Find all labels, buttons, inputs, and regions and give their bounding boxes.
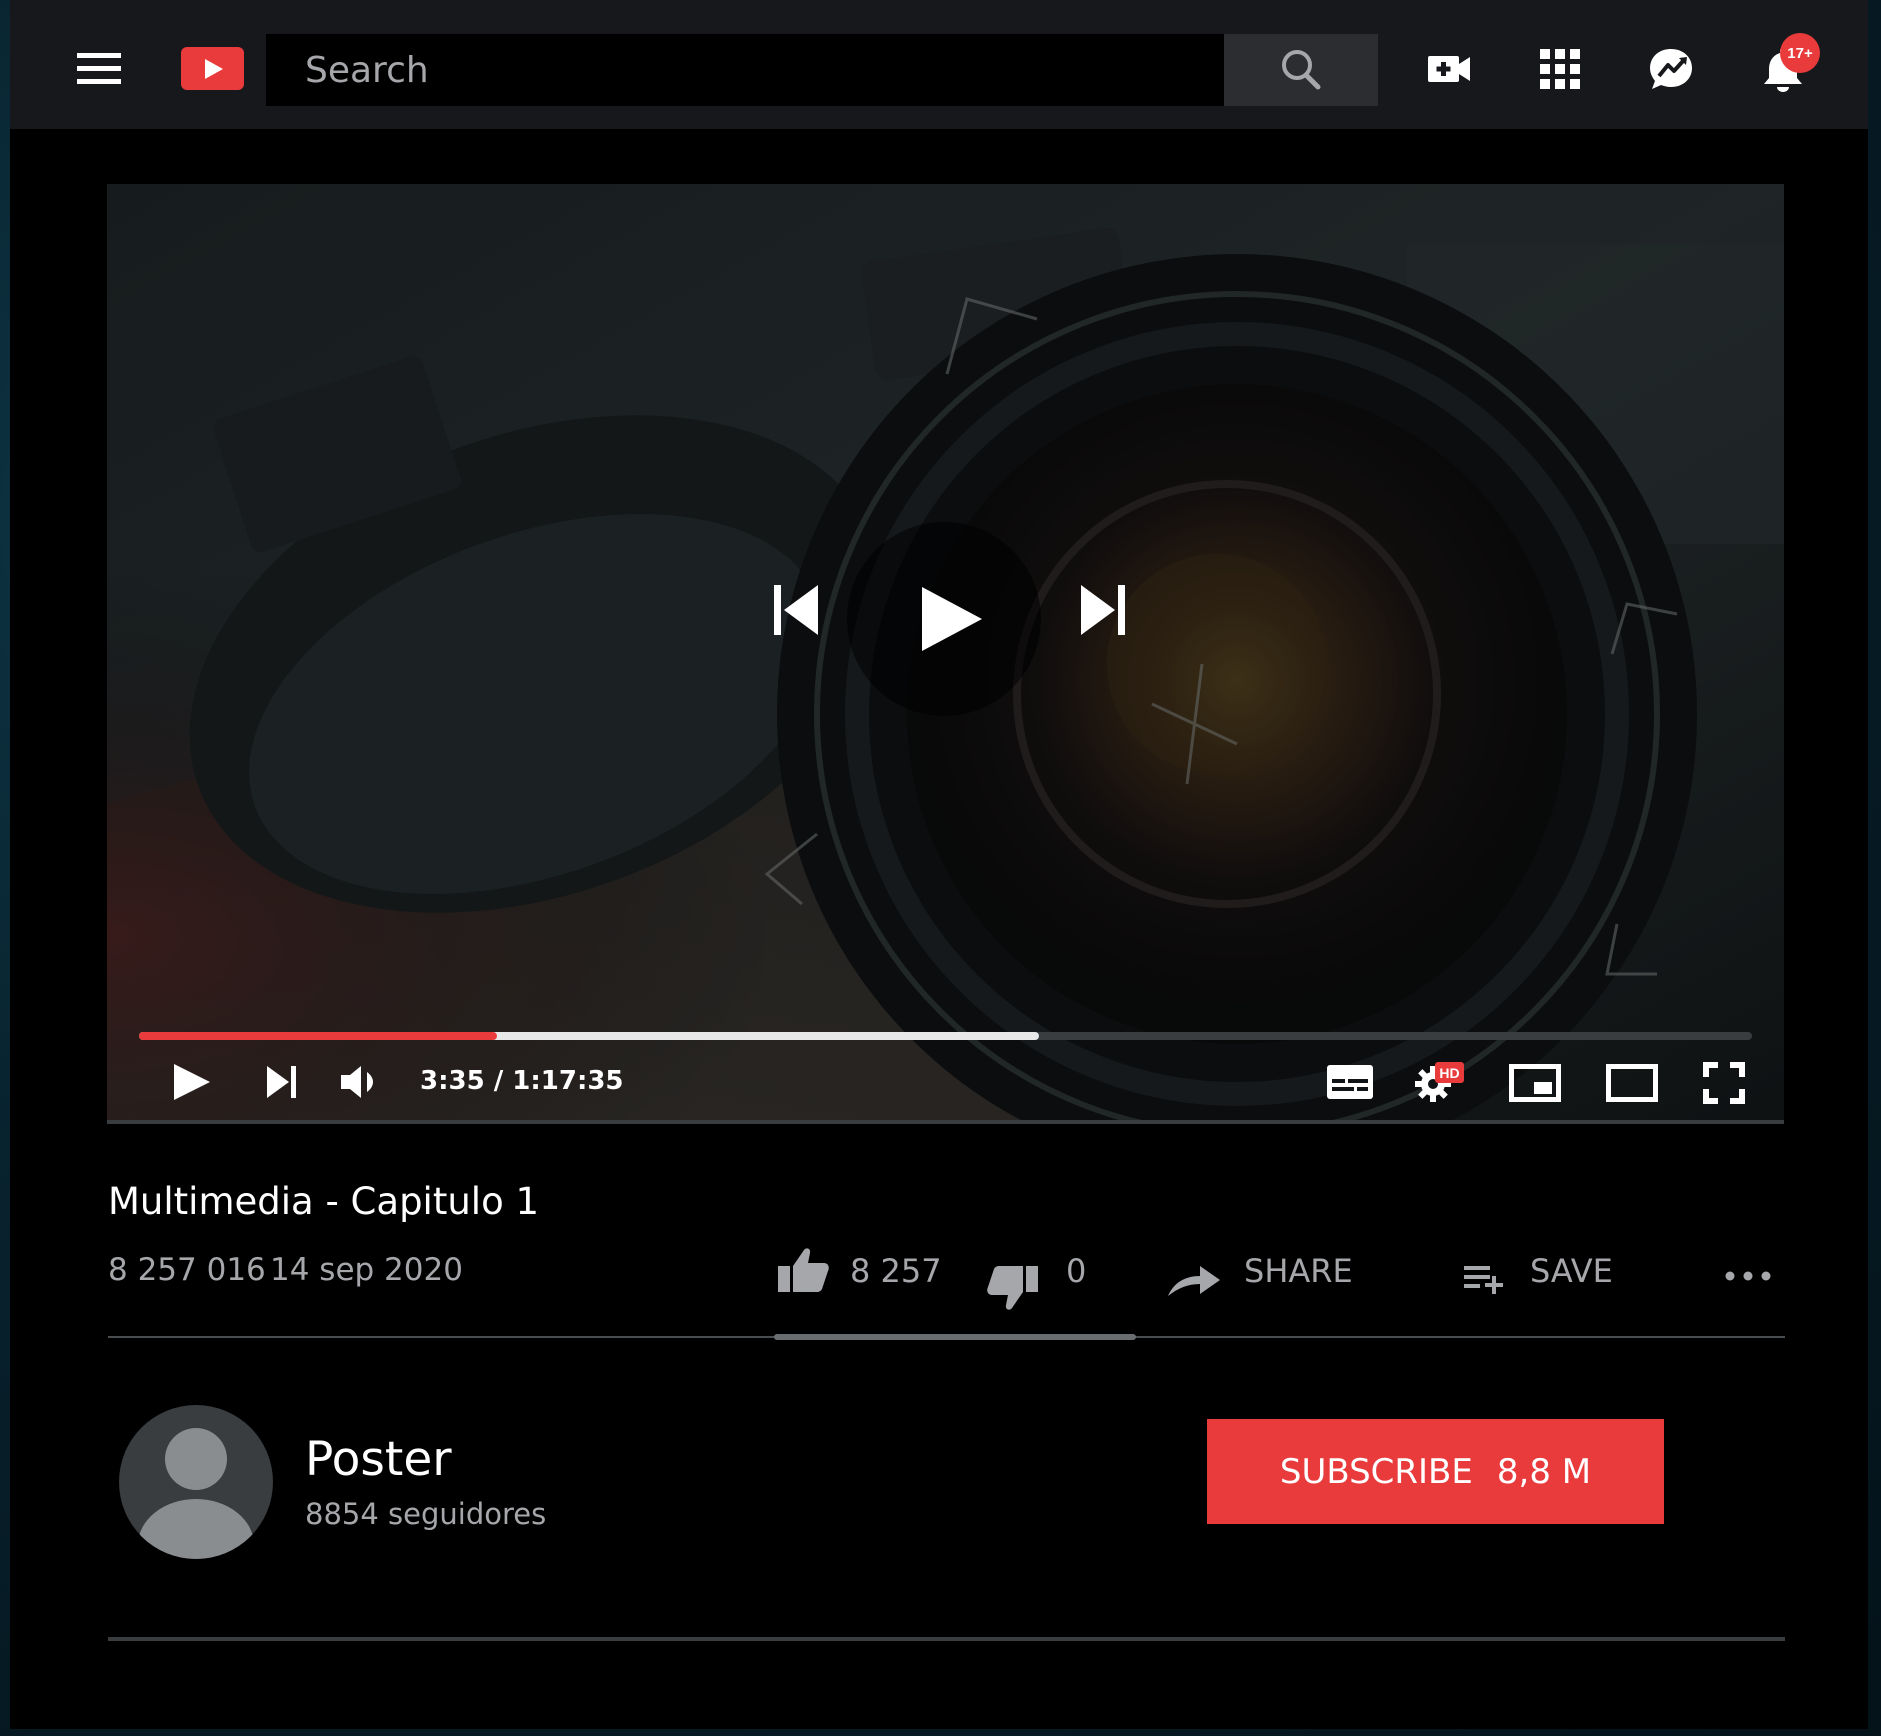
subtitles-icon[interactable] <box>1327 1065 1373 1099</box>
app-window: 17+ <box>10 0 1868 1729</box>
dislike-icon[interactable] <box>986 1264 1040 1312</box>
progress-bar[interactable] <box>139 1032 1752 1040</box>
like-ratio-bar <box>774 1334 1136 1340</box>
logo-play-icon[interactable] <box>181 47 244 90</box>
player-bottom-edge <box>107 1120 1784 1124</box>
subscribe-button[interactable]: SUBSCRIBE 8,8 M <box>1207 1419 1664 1524</box>
view-count: 8 257 016 <box>108 1252 266 1288</box>
volume-icon[interactable] <box>339 1064 381 1100</box>
more-options-icon[interactable] <box>1724 1270 1772 1282</box>
progress-played <box>139 1032 498 1040</box>
messages-icon[interactable] <box>1646 44 1696 94</box>
save-icon[interactable] <box>1462 1262 1506 1294</box>
video-title: Multimedia - Capitulo 1 <box>108 1180 540 1223</box>
user-avatar-icon <box>138 1428 254 1559</box>
play-icon <box>922 587 982 651</box>
follower-count: 8854 seguidores <box>305 1497 547 1531</box>
theater-icon[interactable] <box>1606 1064 1658 1102</box>
save-button[interactable]: SAVE <box>1530 1252 1613 1290</box>
time-display: 3:35 / 1:17:35 <box>420 1066 624 1096</box>
menu-icon[interactable] <box>77 53 121 85</box>
subscriber-count: 8,8 M <box>1496 1451 1592 1492</box>
play-icon[interactable] <box>172 1062 212 1102</box>
search-button[interactable] <box>1224 34 1378 106</box>
avatar[interactable] <box>119 1405 273 1559</box>
search-icon <box>1282 50 1321 90</box>
add-video-icon[interactable] <box>1425 44 1475 94</box>
apps-grid-icon[interactable] <box>1535 44 1585 94</box>
dislike-count[interactable]: 0 <box>1066 1252 1086 1290</box>
next-icon[interactable] <box>1077 582 1127 638</box>
like-count[interactable]: 8 257 <box>850 1252 942 1290</box>
hd-badge: HD <box>1435 1062 1464 1083</box>
share-icon[interactable] <box>1166 1262 1222 1298</box>
previous-icon[interactable] <box>772 582 822 638</box>
video-player[interactable]: 3:35 / 1:17:35 HD <box>107 184 1784 1124</box>
channel-name[interactable]: Poster <box>305 1432 452 1487</box>
center-play-button[interactable] <box>847 522 1041 716</box>
fullscreen-icon[interactable] <box>1703 1062 1745 1104</box>
channel-divider <box>108 1637 1785 1641</box>
subscribe-label: SUBSCRIBE <box>1279 1451 1473 1492</box>
miniplayer-icon[interactable] <box>1509 1064 1561 1102</box>
next-icon[interactable] <box>265 1064 299 1100</box>
share-button[interactable]: SHARE <box>1244 1252 1353 1290</box>
publish-date: 14 sep 2020 <box>270 1252 463 1288</box>
search-input[interactable] <box>266 34 1224 106</box>
notifications-badge: 17+ <box>1780 33 1820 73</box>
top-bar: 17+ <box>10 0 1868 129</box>
like-icon[interactable] <box>776 1246 830 1294</box>
